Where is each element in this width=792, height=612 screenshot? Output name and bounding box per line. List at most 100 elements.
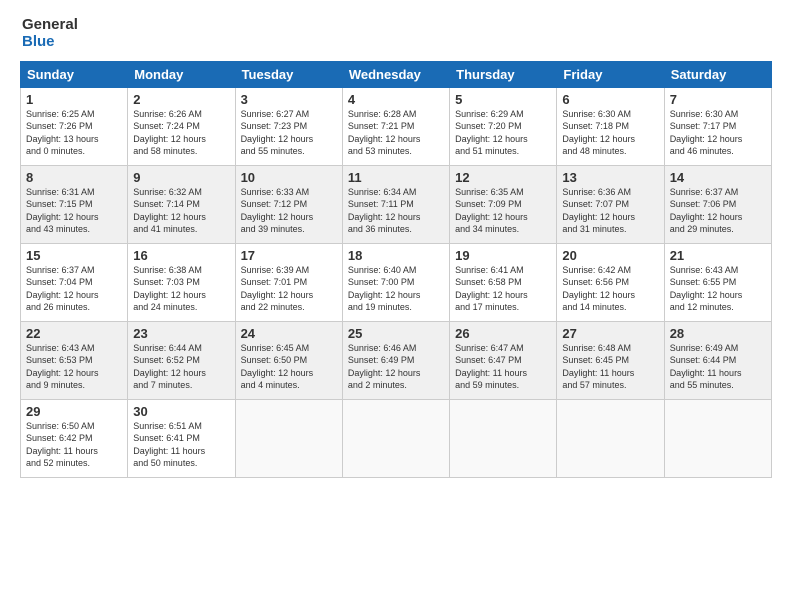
day-info: Sunrise: 6:35 AM Sunset: 7:09 PM Dayligh… — [455, 186, 551, 236]
day-number: 12 — [455, 170, 551, 185]
day-number: 13 — [562, 170, 658, 185]
day-number: 2 — [133, 92, 229, 107]
day-number: 24 — [241, 326, 337, 341]
day-number: 4 — [348, 92, 444, 107]
day-number: 30 — [133, 404, 229, 419]
day-cell: 30Sunrise: 6:51 AM Sunset: 6:41 PM Dayli… — [128, 399, 235, 477]
day-cell: 23Sunrise: 6:44 AM Sunset: 6:52 PM Dayli… — [128, 321, 235, 399]
day-cell: 11Sunrise: 6:34 AM Sunset: 7:11 PM Dayli… — [342, 165, 449, 243]
day-cell: 2Sunrise: 6:26 AM Sunset: 7:24 PM Daylig… — [128, 87, 235, 165]
day-cell: 18Sunrise: 6:40 AM Sunset: 7:00 PM Dayli… — [342, 243, 449, 321]
week-row-4: 22Sunrise: 6:43 AM Sunset: 6:53 PM Dayli… — [21, 321, 772, 399]
day-cell: 6Sunrise: 6:30 AM Sunset: 7:18 PM Daylig… — [557, 87, 664, 165]
day-number: 6 — [562, 92, 658, 107]
logo: General Blue General Blue — [20, 16, 78, 51]
day-cell: 4Sunrise: 6:28 AM Sunset: 7:21 PM Daylig… — [342, 87, 449, 165]
page: General Blue General Blue SundayMondayTu… — [0, 0, 792, 488]
day-cell: 27Sunrise: 6:48 AM Sunset: 6:45 PM Dayli… — [557, 321, 664, 399]
day-cell: 26Sunrise: 6:47 AM Sunset: 6:47 PM Dayli… — [450, 321, 557, 399]
day-info: Sunrise: 6:47 AM Sunset: 6:47 PM Dayligh… — [455, 342, 551, 392]
week-row-3: 15Sunrise: 6:37 AM Sunset: 7:04 PM Dayli… — [21, 243, 772, 321]
calendar-table: SundayMondayTuesdayWednesdayThursdayFrid… — [20, 61, 772, 478]
day-info: Sunrise: 6:31 AM Sunset: 7:15 PM Dayligh… — [26, 186, 122, 236]
day-info: Sunrise: 6:49 AM Sunset: 6:44 PM Dayligh… — [670, 342, 766, 392]
day-number: 29 — [26, 404, 122, 419]
day-number: 5 — [455, 92, 551, 107]
day-cell — [235, 399, 342, 477]
day-number: 28 — [670, 326, 766, 341]
day-cell: 1Sunrise: 6:25 AM Sunset: 7:26 PM Daylig… — [21, 87, 128, 165]
day-info: Sunrise: 6:25 AM Sunset: 7:26 PM Dayligh… — [26, 108, 122, 158]
logo-blue: Blue — [22, 33, 78, 50]
day-number: 20 — [562, 248, 658, 263]
day-number: 15 — [26, 248, 122, 263]
day-cell: 22Sunrise: 6:43 AM Sunset: 6:53 PM Dayli… — [21, 321, 128, 399]
col-header-thursday: Thursday — [450, 61, 557, 87]
day-info: Sunrise: 6:28 AM Sunset: 7:21 PM Dayligh… — [348, 108, 444, 158]
day-cell: 20Sunrise: 6:42 AM Sunset: 6:56 PM Dayli… — [557, 243, 664, 321]
week-row-2: 8Sunrise: 6:31 AM Sunset: 7:15 PM Daylig… — [21, 165, 772, 243]
day-info: Sunrise: 6:43 AM Sunset: 6:53 PM Dayligh… — [26, 342, 122, 392]
day-info: Sunrise: 6:50 AM Sunset: 6:42 PM Dayligh… — [26, 420, 122, 470]
day-info: Sunrise: 6:38 AM Sunset: 7:03 PM Dayligh… — [133, 264, 229, 314]
day-info: Sunrise: 6:30 AM Sunset: 7:17 PM Dayligh… — [670, 108, 766, 158]
day-number: 22 — [26, 326, 122, 341]
day-cell: 7Sunrise: 6:30 AM Sunset: 7:17 PM Daylig… — [664, 87, 771, 165]
col-header-monday: Monday — [128, 61, 235, 87]
day-cell: 17Sunrise: 6:39 AM Sunset: 7:01 PM Dayli… — [235, 243, 342, 321]
day-cell: 9Sunrise: 6:32 AM Sunset: 7:14 PM Daylig… — [128, 165, 235, 243]
col-header-saturday: Saturday — [664, 61, 771, 87]
day-cell — [342, 399, 449, 477]
day-info: Sunrise: 6:43 AM Sunset: 6:55 PM Dayligh… — [670, 264, 766, 314]
day-info: Sunrise: 6:42 AM Sunset: 6:56 PM Dayligh… — [562, 264, 658, 314]
day-cell: 12Sunrise: 6:35 AM Sunset: 7:09 PM Dayli… — [450, 165, 557, 243]
col-header-sunday: Sunday — [21, 61, 128, 87]
week-row-1: 1Sunrise: 6:25 AM Sunset: 7:26 PM Daylig… — [21, 87, 772, 165]
day-number: 14 — [670, 170, 766, 185]
header: General Blue General Blue — [20, 16, 772, 51]
day-number: 26 — [455, 326, 551, 341]
day-info: Sunrise: 6:48 AM Sunset: 6:45 PM Dayligh… — [562, 342, 658, 392]
day-number: 23 — [133, 326, 229, 341]
col-header-friday: Friday — [557, 61, 664, 87]
day-cell: 21Sunrise: 6:43 AM Sunset: 6:55 PM Dayli… — [664, 243, 771, 321]
day-info: Sunrise: 6:36 AM Sunset: 7:07 PM Dayligh… — [562, 186, 658, 236]
day-cell: 8Sunrise: 6:31 AM Sunset: 7:15 PM Daylig… — [21, 165, 128, 243]
day-cell: 16Sunrise: 6:38 AM Sunset: 7:03 PM Dayli… — [128, 243, 235, 321]
day-cell: 3Sunrise: 6:27 AM Sunset: 7:23 PM Daylig… — [235, 87, 342, 165]
day-number: 3 — [241, 92, 337, 107]
day-info: Sunrise: 6:33 AM Sunset: 7:12 PM Dayligh… — [241, 186, 337, 236]
day-info: Sunrise: 6:26 AM Sunset: 7:24 PM Dayligh… — [133, 108, 229, 158]
day-number: 8 — [26, 170, 122, 185]
day-number: 9 — [133, 170, 229, 185]
day-number: 27 — [562, 326, 658, 341]
col-header-tuesday: Tuesday — [235, 61, 342, 87]
day-info: Sunrise: 6:30 AM Sunset: 7:18 PM Dayligh… — [562, 108, 658, 158]
day-info: Sunrise: 6:32 AM Sunset: 7:14 PM Dayligh… — [133, 186, 229, 236]
day-info: Sunrise: 6:37 AM Sunset: 7:06 PM Dayligh… — [670, 186, 766, 236]
day-number: 25 — [348, 326, 444, 341]
day-info: Sunrise: 6:44 AM Sunset: 6:52 PM Dayligh… — [133, 342, 229, 392]
day-cell: 29Sunrise: 6:50 AM Sunset: 6:42 PM Dayli… — [21, 399, 128, 477]
day-cell: 28Sunrise: 6:49 AM Sunset: 6:44 PM Dayli… — [664, 321, 771, 399]
day-cell: 25Sunrise: 6:46 AM Sunset: 6:49 PM Dayli… — [342, 321, 449, 399]
day-number: 11 — [348, 170, 444, 185]
day-info: Sunrise: 6:51 AM Sunset: 6:41 PM Dayligh… — [133, 420, 229, 470]
logo-general: General — [22, 16, 78, 33]
day-info: Sunrise: 6:40 AM Sunset: 7:00 PM Dayligh… — [348, 264, 444, 314]
day-cell: 15Sunrise: 6:37 AM Sunset: 7:04 PM Dayli… — [21, 243, 128, 321]
day-info: Sunrise: 6:41 AM Sunset: 6:58 PM Dayligh… — [455, 264, 551, 314]
day-number: 7 — [670, 92, 766, 107]
day-cell — [664, 399, 771, 477]
day-cell: 24Sunrise: 6:45 AM Sunset: 6:50 PM Dayli… — [235, 321, 342, 399]
day-cell: 19Sunrise: 6:41 AM Sunset: 6:58 PM Dayli… — [450, 243, 557, 321]
day-info: Sunrise: 6:45 AM Sunset: 6:50 PM Dayligh… — [241, 342, 337, 392]
header-row: SundayMondayTuesdayWednesdayThursdayFrid… — [21, 61, 772, 87]
day-info: Sunrise: 6:27 AM Sunset: 7:23 PM Dayligh… — [241, 108, 337, 158]
day-number: 1 — [26, 92, 122, 107]
day-number: 16 — [133, 248, 229, 263]
day-cell: 13Sunrise: 6:36 AM Sunset: 7:07 PM Dayli… — [557, 165, 664, 243]
week-row-5: 29Sunrise: 6:50 AM Sunset: 6:42 PM Dayli… — [21, 399, 772, 477]
day-number: 21 — [670, 248, 766, 263]
day-cell — [557, 399, 664, 477]
